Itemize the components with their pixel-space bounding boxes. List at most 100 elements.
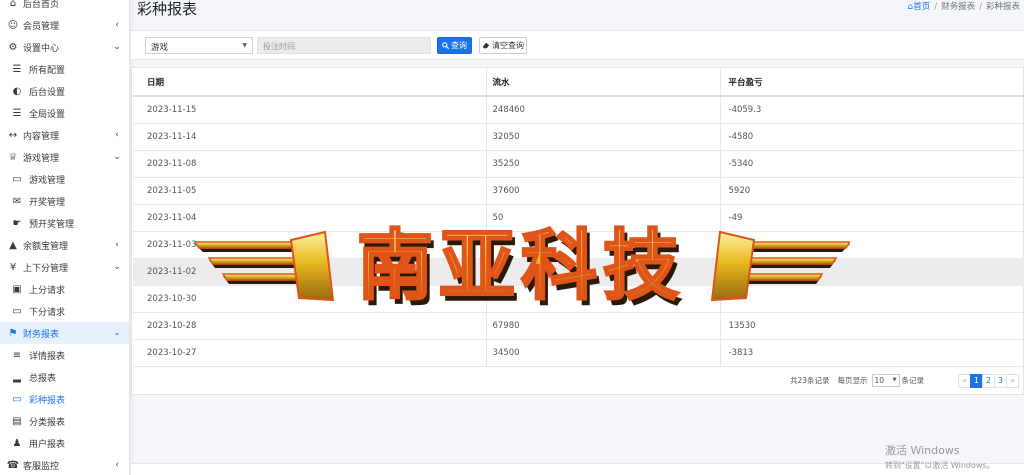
per-page-select[interactable]: 10 ▼ [871, 374, 900, 387]
cell-platform-pnl: 5920 [720, 177, 1024, 205]
column-header-date[interactable]: 日期 [133, 68, 487, 97]
cell-turnover: 248460 [486, 96, 721, 124]
sidebar-item-13[interactable]: ▣ 上分请求 [0, 278, 129, 300]
logo-text: 南亚科技 [357, 221, 685, 310]
sidebar-item-5[interactable]: ☰ 全局设置 [0, 102, 129, 124]
bars-icon: ≡ [12, 349, 22, 361]
sidebar-item-label: 客服监控 [23, 461, 60, 472]
sidebar-item-18[interactable]: ▭ 彩种报表 [0, 388, 129, 410]
sidebar-item-14[interactable]: ▭ 下分请求 [0, 300, 129, 322]
chevron-down-icon: ⌄ [113, 262, 121, 272]
game-select[interactable]: 游戏 ▼ [145, 37, 253, 54]
users-icon: ☺ [7, 19, 19, 31]
cell-platform-pnl: -5340 [720, 150, 1024, 178]
cell-turnover: 34500 [486, 339, 721, 367]
windows-activation-title: 激活 Windows [885, 444, 960, 457]
sidebar-item-21[interactable]: ☎ 客服监控 ‹ [0, 454, 129, 475]
sidebar-item-label: 用户报表 [29, 439, 66, 450]
sidebar-item-label: 内容管理 [23, 131, 60, 142]
windows-activation-watermark: 激活 Windows 转到"设置"以激活 Windows。 [885, 442, 995, 471]
left-wing-graphic [195, 230, 335, 302]
sidebar-item-label: 游戏管理 [29, 175, 66, 186]
windows-activation-subtitle: 转到"设置"以激活 Windows。 [885, 461, 995, 470]
adjust-icon: ◐ [12, 85, 22, 97]
clear-button-label: 清空查询 [492, 41, 524, 50]
sidebar-item-0[interactable]: ⌂ 后台首页 [0, 0, 129, 14]
sidebar-item-label: 开奖管理 [29, 197, 66, 208]
sidebar-item-label: 全局设置 [29, 109, 66, 120]
per-page-value: 10 [874, 376, 885, 385]
piggy-bank-icon: ▲ [9, 239, 17, 251]
sidebar-item-17[interactable]: ▂ 总报表 [0, 366, 129, 388]
chevron-down-icon: ⌄ [113, 42, 121, 52]
cell-platform-pnl: -4059.3 [720, 96, 1024, 124]
sidebar-item-label: 后台首页 [23, 0, 60, 10]
sidebar-item-label: 上分请求 [29, 285, 66, 296]
sidebar-item-1[interactable]: ☺ 会员管理 ‹ [0, 14, 129, 36]
sidebar-item-label: 分类报表 [29, 417, 66, 428]
table-row[interactable]: 2023-11-08 35250 -5340 [133, 150, 1024, 178]
pagination: 共23条记录 每页显示 10 ▼ 条记录 « 1 2 3 » [790, 373, 1019, 388]
list-icon: ☰ [12, 63, 22, 75]
clear-search-button[interactable]: 清空查询 [479, 37, 527, 54]
sidebar-item-9[interactable]: ✉ 开奖管理 [0, 190, 129, 212]
breadcrumb-home-label[interactable]: 首页 [913, 2, 930, 12]
sidebar-item-10[interactable]: ☛ 预开奖管理 [0, 212, 129, 234]
payment-icon: ¥ [9, 261, 17, 273]
sidebar-item-label: 预开奖管理 [29, 219, 75, 230]
chevron-left-icon: ‹ [115, 130, 119, 140]
chevron-left-icon: ‹ [115, 460, 119, 470]
search-button-label: 查询 [451, 41, 467, 50]
sidebar-item-4[interactable]: ◐ 后台设置 [0, 80, 129, 102]
sidebar-item-19[interactable]: ▤ 分类报表 [0, 410, 129, 432]
credit-card-icon: ▭ [12, 305, 22, 317]
sidebar-item-label: 总报表 [29, 373, 57, 384]
filter-bar: 游戏 ▼ 投注时间 查询 清空查询 [131, 30, 1024, 60]
sidebar-item-label: 后台设置 [29, 87, 66, 98]
gamepad-icon: ▭ [12, 173, 22, 185]
expand-icon: ↔ [8, 129, 18, 141]
bet-time-input[interactable]: 投注时间 [257, 37, 431, 54]
table-row[interactable]: 2023-11-05 37600 5920 [133, 177, 1024, 205]
table-row[interactable]: 2023-10-27 34500 -3813 [133, 339, 1024, 367]
flag-icon: ⚑ [8, 327, 18, 339]
sidebar-item-3[interactable]: ☰ 所有配置 [0, 58, 129, 80]
sidebar-item-7[interactable]: ♕ 游戏管理 ⌄ [0, 146, 129, 168]
search-button[interactable]: 查询 [437, 37, 472, 54]
list-icon: ☰ [12, 107, 22, 119]
breadcrumb-home[interactable]: ⌂首页 [908, 2, 930, 12]
sidebar-item-11[interactable]: ▲ 余额宝管理 ‹ [0, 234, 129, 256]
cell-platform-pnl: 13530 [720, 312, 1024, 340]
sidebar-item-8[interactable]: ▭ 游戏管理 [0, 168, 129, 190]
page-title: 彩种报表 [137, 0, 198, 18]
table-row[interactable]: 2023-10-28 67980 13530 [133, 312, 1024, 340]
sidebar-item-label: 游戏管理 [23, 153, 60, 164]
table-row[interactable]: 2023-11-15 248460 -4059.3 [133, 96, 1024, 124]
cell-platform-pnl: -4580 [720, 123, 1024, 151]
sidebar-item-label: 会员管理 [23, 21, 60, 32]
cell-turnover: 32050 [486, 123, 721, 151]
sidebar-item-20[interactable]: ♟ 用户报表 [0, 432, 129, 454]
sidebar-item-12[interactable]: ¥ 上下分管理 ⌄ [0, 256, 129, 278]
page-next-button[interactable]: » [1006, 373, 1019, 388]
envelope-open-icon: ✉ [12, 195, 22, 207]
sidebar-item-label: 设置中心 [23, 43, 60, 54]
game-select-value: 游戏 [151, 43, 169, 53]
cell-turnover: 67980 [486, 312, 721, 340]
sidebar-item-2[interactable]: ⚙ 设置中心 ⌄ [0, 36, 129, 58]
breadcrumb-current: 彩种报表 [985, 2, 1020, 12]
column-header-platform-pnl[interactable]: 平台盈亏 [720, 68, 1024, 97]
sidebar-item-16[interactable]: ≡ 详情报表 [0, 344, 129, 366]
sidebar-item-6[interactable]: ↔ 内容管理 ‹ [0, 124, 129, 146]
gamepad-icon: ▭ [12, 393, 22, 405]
breadcrumb-finance[interactable]: 财务报表 [941, 2, 975, 12]
sidebar-item-label: 详情报表 [29, 351, 66, 362]
cell-date: 2023-11-05 [133, 177, 487, 205]
chevron-down-icon: ⌄ [113, 328, 121, 338]
column-header-turnover[interactable]: 流水 [486, 68, 721, 97]
cell-date: 2023-11-14 [133, 123, 487, 151]
trophy-icon: ♕ [8, 151, 18, 163]
chevron-left-icon: ‹ [115, 20, 119, 30]
sidebar-item-15[interactable]: ⚑ 财务报表 ⌄ [0, 322, 129, 344]
table-row[interactable]: 2023-11-14 32050 -4580 [133, 123, 1024, 151]
